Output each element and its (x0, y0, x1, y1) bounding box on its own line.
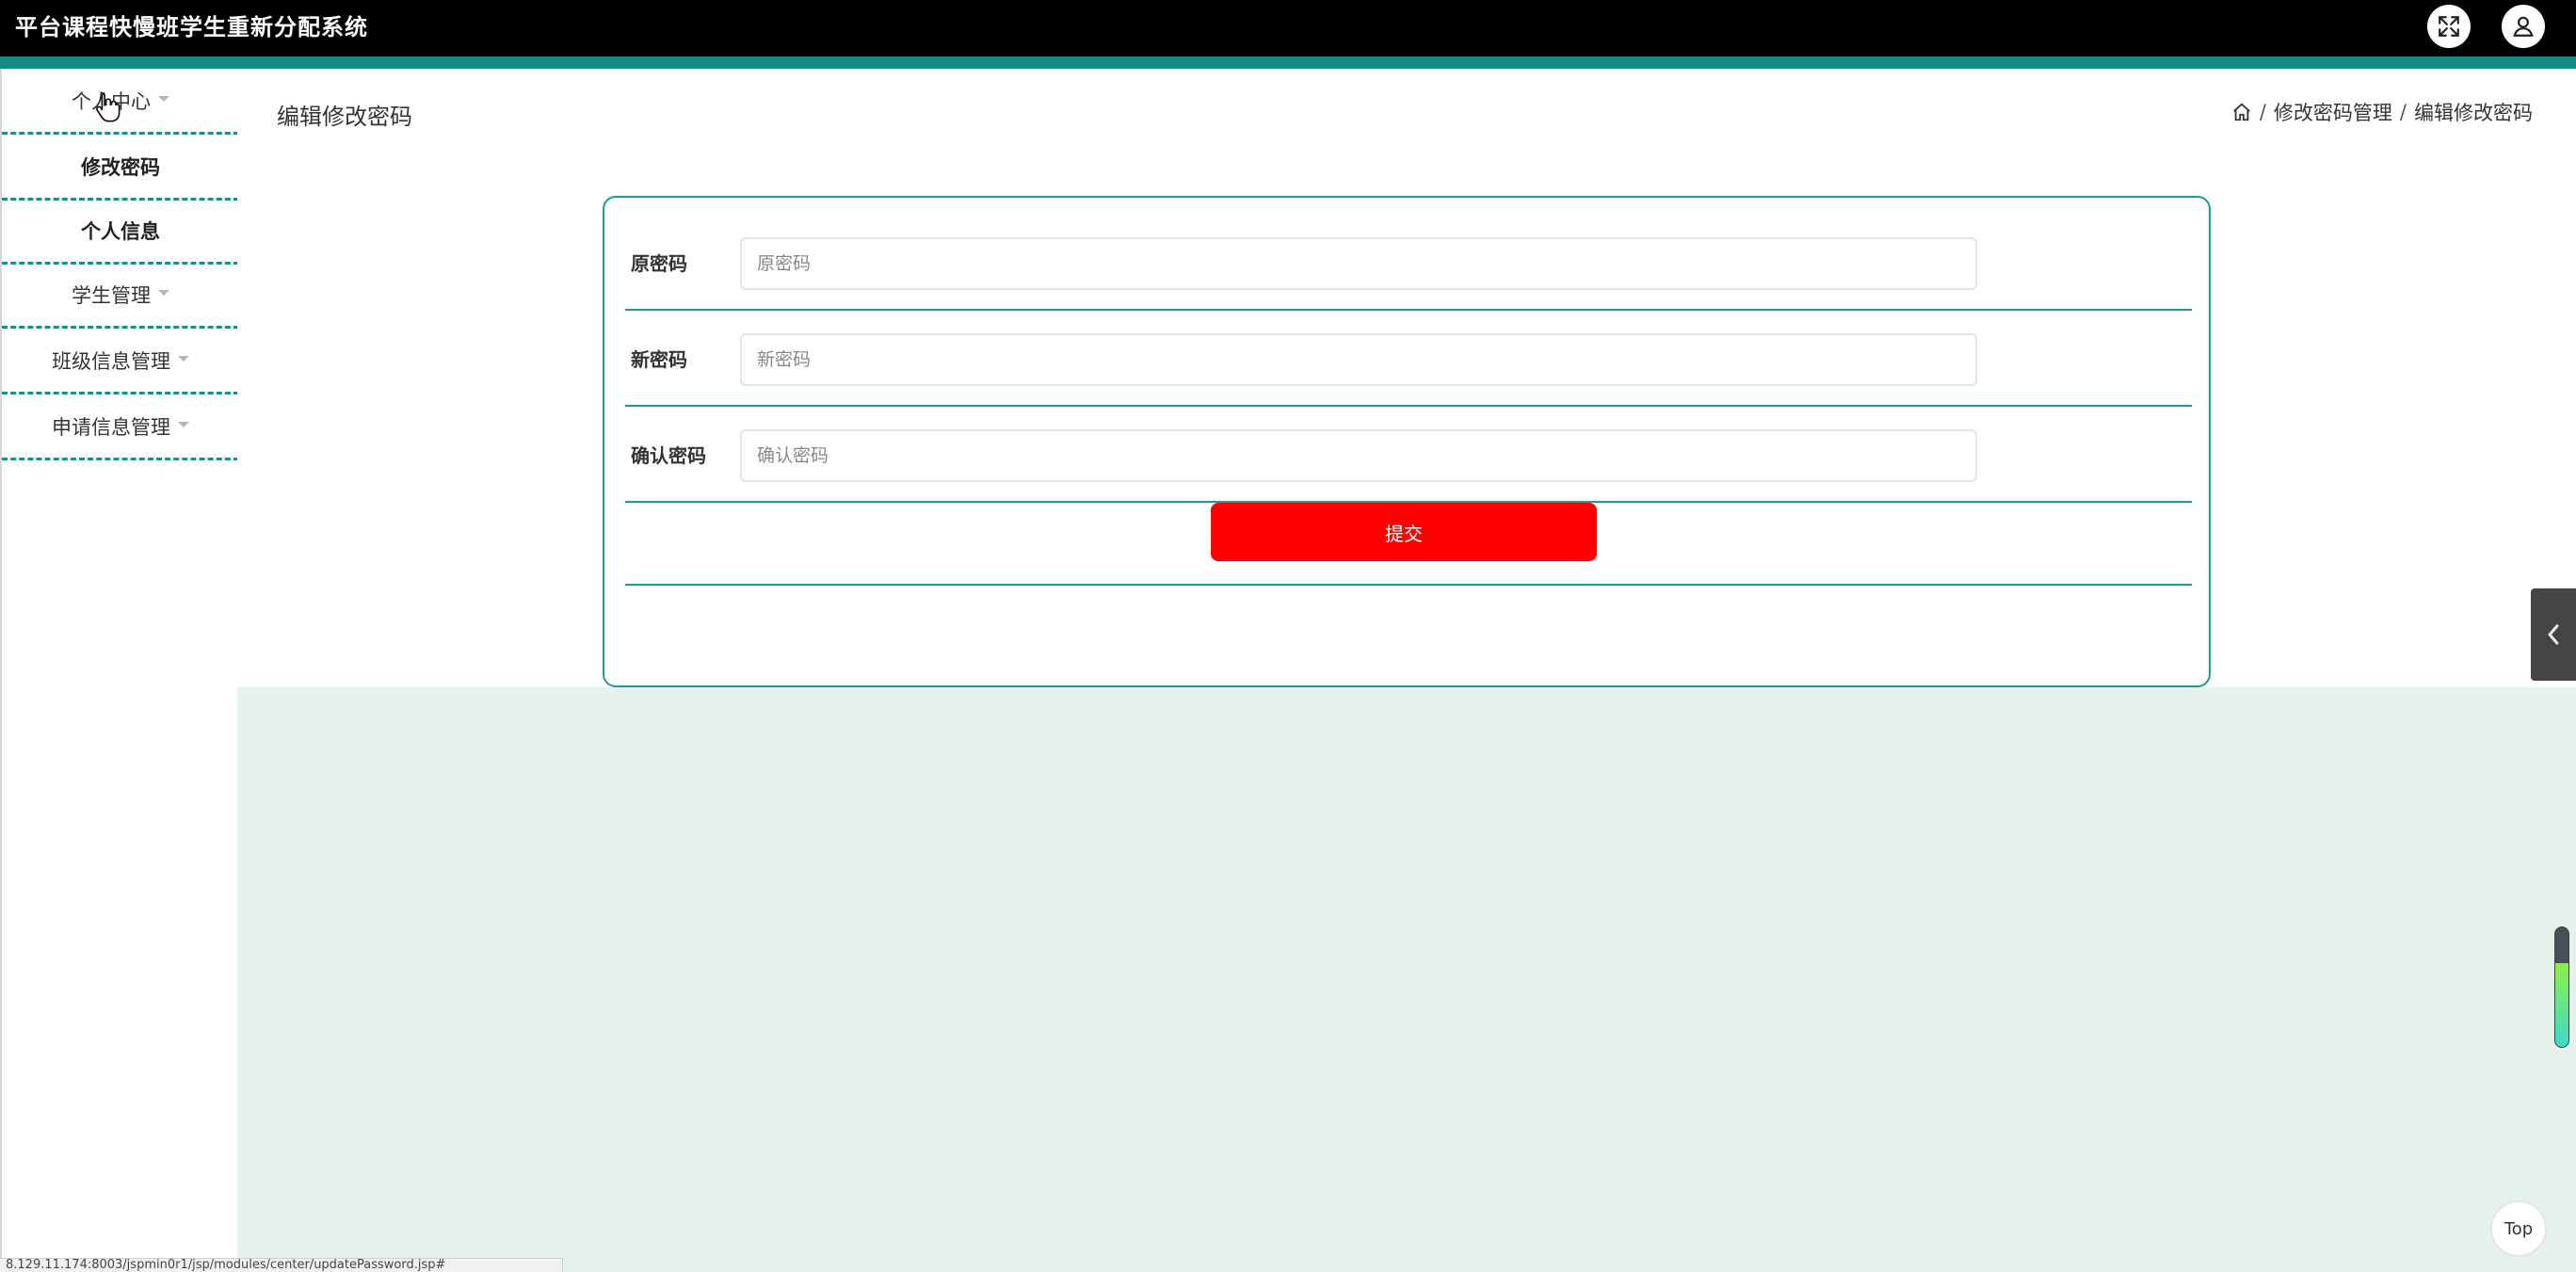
sidebar-item-personal-info[interactable]: 个人信息 (2, 199, 239, 265)
user-button[interactable] (2502, 5, 2545, 48)
form-row-submit: 提交 (625, 484, 2192, 586)
new-password-input[interactable] (740, 333, 1977, 386)
password-form-card: 原密码 新密码 确认密码 提交 (603, 196, 2211, 687)
accent-strip (0, 56, 2576, 69)
user-icon (2513, 16, 2534, 37)
scroll-progress-indicator[interactable] (2554, 926, 2569, 1048)
scroll-progress-fill (2555, 963, 2568, 1047)
sidebar-item-change-password[interactable]: 修改密码 (2, 135, 239, 201)
sidebar-item-class-info-management[interactable]: 班级信息管理 (2, 329, 239, 394)
hand-cursor-icon (96, 92, 121, 122)
form-row-new-password: 新密码 (625, 313, 2192, 407)
sidebar-item-label: 申请信息管理 (52, 415, 170, 439)
fullscreen-button[interactable] (2427, 5, 2471, 48)
old-password-label: 原密码 (631, 252, 687, 275)
page-title: 编辑修改密码 (277, 104, 412, 130)
new-password-label: 新密码 (631, 348, 687, 371)
breadcrumb-item-current: 编辑修改密码 (2414, 102, 2533, 124)
status-bar-url: 8.129.11.174:8003/jspmin0r1/jsp/modules/… (0, 1258, 563, 1272)
breadcrumb: / 修改密码管理 / 编辑修改密码 (2231, 98, 2533, 126)
confirm-password-input[interactable] (740, 429, 1977, 482)
submit-button[interactable]: 提交 (1211, 503, 1597, 561)
sidebar-item-label: 个人信息 (81, 219, 160, 243)
fullscreen-icon (2439, 16, 2459, 37)
sidebar-item-personal-center[interactable]: 个人中心 (2, 69, 239, 135)
chevron-left-icon (2548, 624, 2559, 645)
sidebar: 个人中心 修改密码 个人信息 学生管理 班级信息管理 申请信息管理 (0, 69, 239, 1272)
sidebar-item-application-management[interactable]: 申请信息管理 (2, 394, 239, 460)
sidebar-item-student-management[interactable]: 学生管理 (2, 263, 239, 329)
breadcrumb-item[interactable]: 修改密码管理 (2274, 98, 2392, 126)
sidebar-item-label: 修改密码 (81, 155, 160, 179)
sidebar-item-label: 学生管理 (72, 283, 151, 307)
content-background (237, 687, 2576, 1272)
caret-down-icon (158, 95, 169, 102)
app-title: 平台课程快慢班学生重新分配系统 (15, 14, 368, 40)
side-panel-toggle[interactable] (2531, 588, 2576, 681)
breadcrumb-separator: / (2399, 101, 2407, 123)
form-row-old-password: 原密码 (625, 217, 2192, 311)
sidebar-item-label: 班级信息管理 (52, 349, 170, 373)
top-bar: 平台课程快慢班学生重新分配系统 (0, 0, 2576, 56)
old-password-input[interactable] (740, 237, 1977, 290)
caret-down-icon (178, 355, 189, 362)
home-icon[interactable] (2231, 102, 2252, 122)
caret-down-icon (158, 289, 169, 296)
caret-down-icon (178, 421, 189, 427)
back-to-top-button[interactable]: Top (2490, 1200, 2547, 1257)
breadcrumb-separator: / (2259, 101, 2266, 123)
